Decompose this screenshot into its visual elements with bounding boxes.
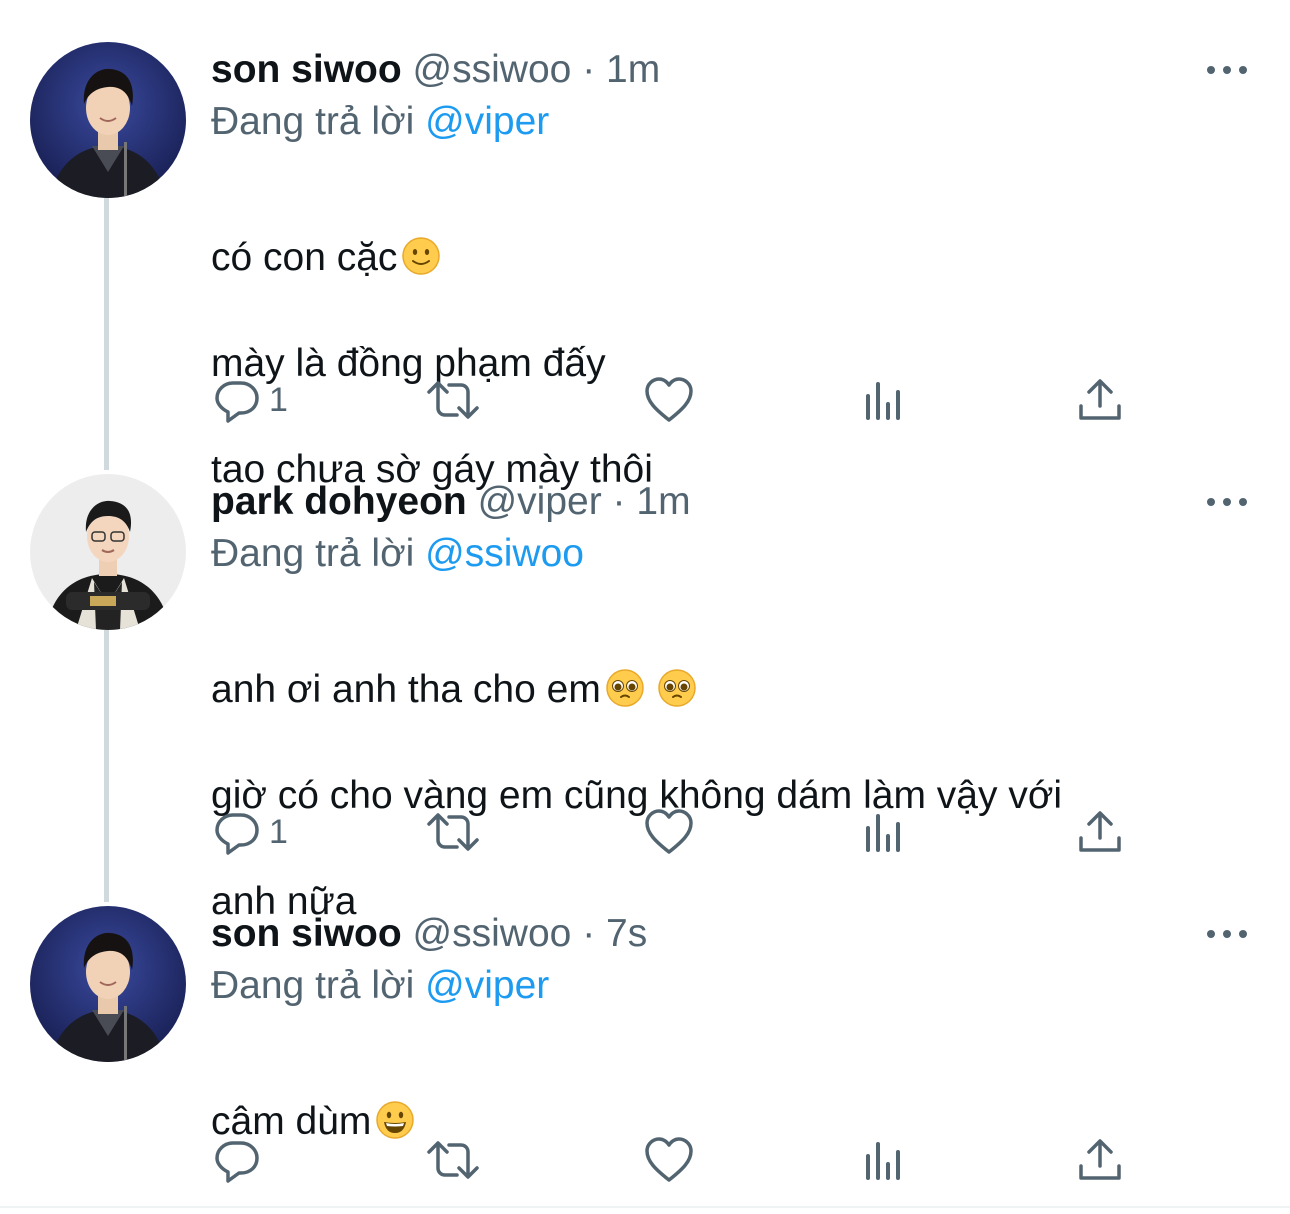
replying-to-label: Đang trả lời bbox=[211, 964, 415, 1007]
handle[interactable]: @ssiwoo bbox=[413, 912, 572, 955]
share-button[interactable] bbox=[1077, 370, 1123, 430]
tweet-header: park dohyeon @viper · 1m bbox=[211, 478, 691, 526]
like-button[interactable] bbox=[644, 370, 694, 430]
mention-link[interactable]: @ssiwoo bbox=[425, 532, 584, 575]
replying-to-label: Đang trả lời bbox=[211, 100, 415, 143]
more-icon[interactable] bbox=[1207, 60, 1247, 80]
more-icon[interactable] bbox=[1207, 492, 1247, 512]
retweet-button[interactable] bbox=[425, 370, 481, 430]
heart-icon bbox=[645, 1137, 693, 1182]
reply-button[interactable]: 1 bbox=[213, 802, 288, 862]
separator: · bbox=[582, 48, 596, 91]
display-name[interactable]: son siwoo bbox=[211, 912, 402, 955]
share-icon bbox=[1079, 811, 1121, 852]
reply-icon bbox=[215, 813, 259, 855]
handle[interactable]: @viper bbox=[478, 480, 602, 523]
replying-to: Đang trả lời @viper bbox=[211, 98, 549, 146]
reply-count: 1 bbox=[269, 812, 288, 851]
more-icon[interactable] bbox=[1207, 924, 1247, 944]
separator: · bbox=[582, 912, 596, 955]
timestamp[interactable]: 7s bbox=[606, 912, 647, 955]
avatar[interactable] bbox=[30, 906, 186, 1062]
views-icon bbox=[866, 814, 900, 852]
reply-button[interactable] bbox=[213, 1130, 269, 1190]
tweet-header: son siwoo @ssiwoo · 1m bbox=[211, 46, 660, 94]
tweet[interactable]: park dohyeon @viper · 1m Đang trả lời @s… bbox=[0, 474, 1290, 923]
retweet-button[interactable] bbox=[425, 1130, 481, 1190]
reply-button[interactable]: 1 bbox=[213, 370, 288, 430]
pleading-face-icon bbox=[658, 669, 696, 707]
replying-to: Đang trả lời @ssiwoo bbox=[211, 530, 584, 578]
tweet-header: son siwoo @ssiwoo · 7s bbox=[211, 910, 647, 958]
share-button[interactable] bbox=[1077, 1130, 1123, 1190]
mention-link[interactable]: @viper bbox=[425, 964, 549, 1007]
mention-link[interactable]: @viper bbox=[425, 100, 549, 143]
heart-icon bbox=[645, 377, 693, 422]
slightly-smiling-face-icon bbox=[402, 237, 441, 275]
reply-icon bbox=[215, 1141, 259, 1183]
replying-to: Đang trả lời @viper bbox=[211, 962, 549, 1010]
timestamp[interactable]: 1m bbox=[636, 480, 690, 523]
retweet-icon bbox=[427, 381, 479, 419]
timestamp[interactable]: 1m bbox=[606, 48, 660, 91]
like-button[interactable] bbox=[644, 1130, 694, 1190]
share-icon bbox=[1079, 379, 1121, 420]
tweet-actions: 1 bbox=[0, 370, 1290, 430]
separator: · bbox=[612, 480, 626, 523]
display-name[interactable]: son siwoo bbox=[211, 48, 402, 91]
views-button[interactable] bbox=[863, 802, 907, 862]
reply-count: 1 bbox=[269, 380, 288, 419]
tweet-text-line: anh ơi anh tha cho em bbox=[211, 668, 601, 711]
handle[interactable]: @ssiwoo bbox=[413, 48, 572, 91]
retweet-button[interactable] bbox=[425, 802, 481, 862]
views-button[interactable] bbox=[863, 370, 907, 430]
avatar[interactable] bbox=[30, 474, 186, 630]
views-button[interactable] bbox=[863, 1130, 907, 1190]
share-button[interactable] bbox=[1077, 802, 1123, 862]
divider bbox=[0, 1206, 1290, 1208]
views-icon bbox=[866, 382, 900, 420]
tweet-actions: 1 bbox=[0, 802, 1290, 862]
tweet-text-line: có con cặc bbox=[211, 236, 398, 279]
heart-icon bbox=[645, 809, 693, 854]
share-icon bbox=[1079, 1139, 1121, 1180]
retweet-icon bbox=[427, 1141, 479, 1179]
reply-icon bbox=[215, 381, 259, 423]
tweet[interactable]: son siwoo @ssiwoo · 1m Đang trả lời @vip… bbox=[0, 42, 1290, 491]
tweet-actions bbox=[0, 1130, 1290, 1190]
display-name[interactable]: park dohyeon bbox=[211, 480, 467, 523]
retweet-icon bbox=[427, 813, 479, 851]
replying-to-label: Đang trả lời bbox=[211, 532, 415, 575]
like-button[interactable] bbox=[644, 802, 694, 862]
avatar[interactable] bbox=[30, 42, 186, 198]
tweet[interactable]: son siwoo @ssiwoo · 7s Đang trả lời @vip… bbox=[0, 906, 1290, 1206]
pleading-face-icon bbox=[606, 669, 644, 707]
views-icon bbox=[866, 1142, 900, 1180]
